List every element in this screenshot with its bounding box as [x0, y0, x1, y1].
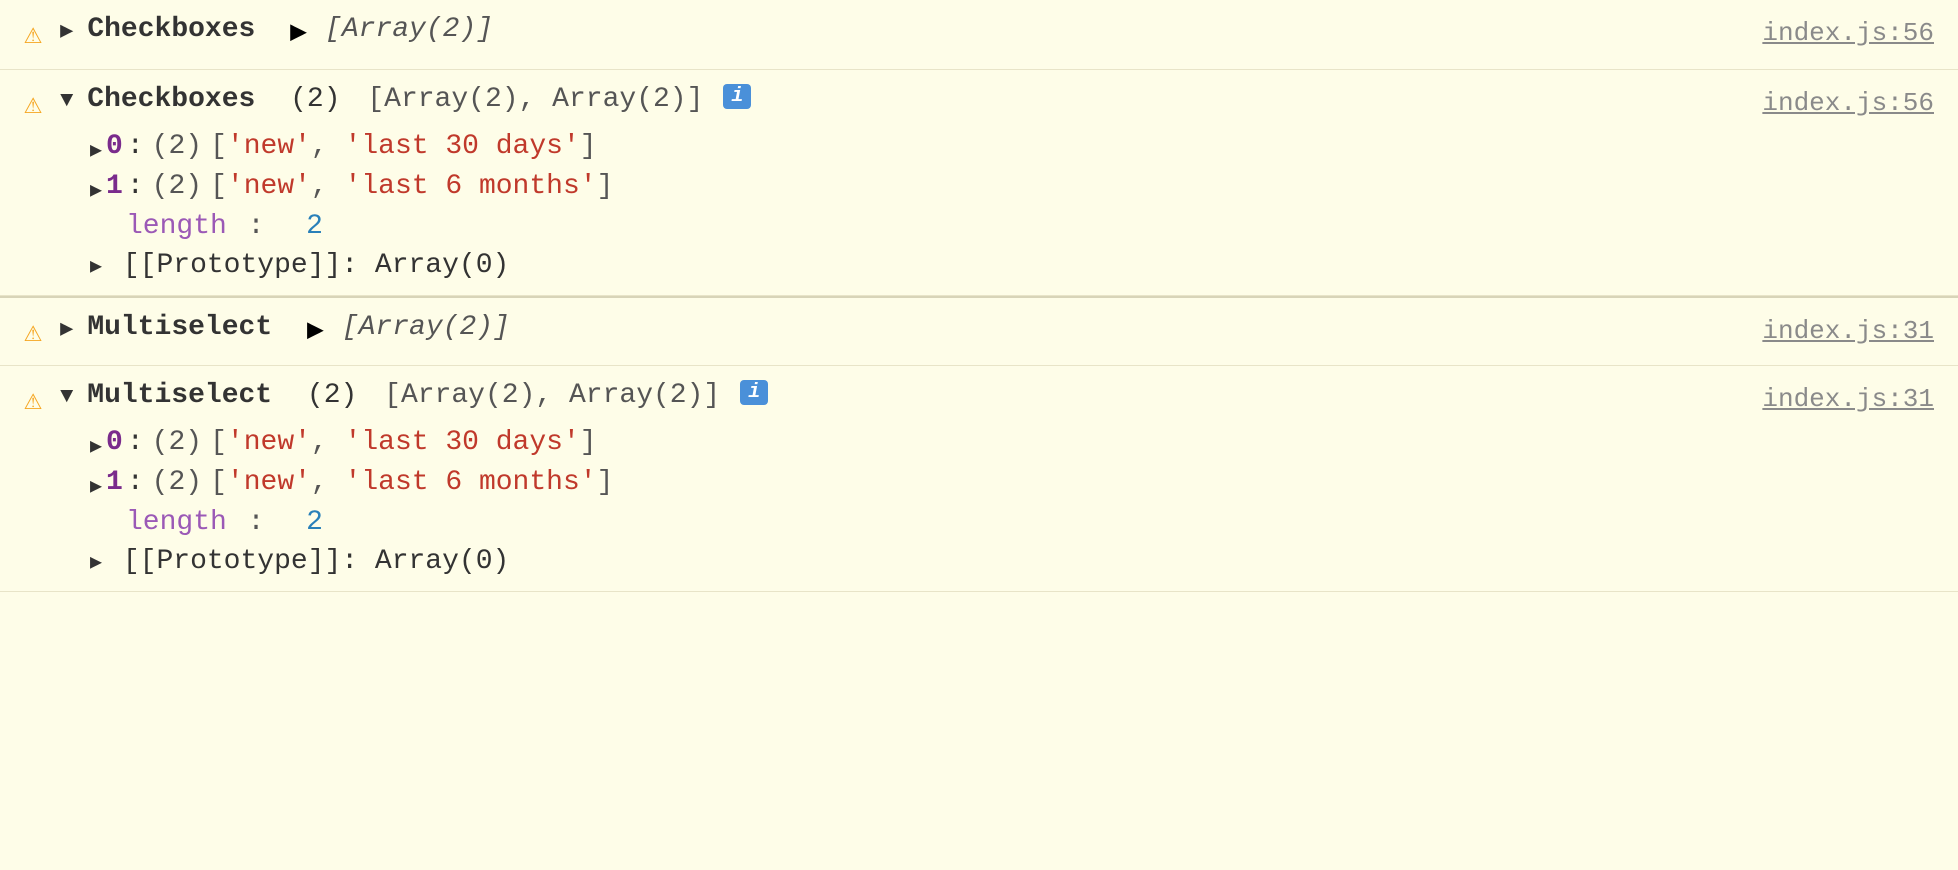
array-count-2: (2) [273, 84, 340, 115]
close-bracket-4-1: ] [597, 467, 614, 498]
prototype-row-4: ▶ [[Prototype]]: Array(0) [90, 542, 1958, 591]
comma-2-0: , [311, 131, 345, 162]
index-colon-2-0: : [127, 131, 144, 162]
array-bracket-2: [Array(2), Array(2)] [351, 84, 704, 115]
array-item-2-1: ▶ 1 : (2) [ 'new' , 'last 6 months' ] [90, 167, 1958, 207]
console-row-4: ⚠ ▼ Multiselect (2) [Array(2), Array(2)]… [0, 366, 1958, 592]
expand-arrow-4[interactable]: ▼ [60, 384, 73, 409]
label-multiselect-3: Multiselect [87, 312, 272, 343]
console-row-3: ⚠ ▶ Multiselect ▶ [Array(2)] index.js:31 [0, 296, 1958, 366]
expanded-content-2: ▶ 0 : (2) [ 'new' , 'last 30 days' ] ▶ 1… [0, 127, 1958, 295]
index-key-2-0: 0 [106, 131, 123, 162]
comma-2-1: , [311, 171, 345, 202]
array-summary-1: [Array(2)] [325, 14, 493, 45]
array-item-4-1: ▶ 1 : (2) [ 'new' , 'last 6 months' ] [90, 463, 1958, 503]
array-inner-2-1: [ [210, 171, 227, 202]
console-row-2: ⚠ ▼ Checkboxes (2) [Array(2), Array(2)] … [0, 70, 1958, 296]
arrow-separator-1: ▶ [273, 14, 307, 49]
length-value-4: 2 [306, 507, 323, 538]
item-arrow-2-0[interactable]: ▶ [90, 137, 102, 163]
length-value-2: 2 [306, 211, 323, 242]
array-inner-4-0: [ [210, 427, 227, 458]
array-item-2-0: ▶ 0 : (2) [ 'new' , 'last 30 days' ] [90, 127, 1958, 167]
length-key-4: length [126, 507, 227, 538]
index-count-4-0: (2) [152, 427, 202, 458]
length-row-4: length : 2 [90, 503, 1958, 542]
array-count-4: (2) [290, 380, 357, 411]
row-left-3: ⚠ ▶ Multiselect ▶ [Array(2)] [24, 312, 1742, 351]
label-multiselect-4: Multiselect [87, 380, 272, 411]
row-header-4: ⚠ ▼ Multiselect (2) [Array(2), Array(2)]… [0, 366, 1958, 423]
array-item-4-0: ▶ 0 : (2) [ 'new' , 'last 30 days' ] [90, 423, 1958, 463]
row-left-1: ⚠ ▶ Checkboxes ▶ [Array(2)] [24, 14, 1742, 53]
string-val-2-0-0: 'new' [227, 131, 311, 162]
index-colon-4-0: : [127, 427, 144, 458]
length-key-2: length [126, 211, 227, 242]
file-ref-4[interactable]: index.js:31 [1742, 380, 1934, 414]
item-arrow-4-0[interactable]: ▶ [90, 433, 102, 459]
index-colon-4-1: : [127, 467, 144, 498]
index-key-2-1: 1 [106, 171, 123, 202]
index-count-4-1: (2) [152, 467, 202, 498]
console-panel: ⚠ ▶ Checkboxes ▶ [Array(2)] index.js:56 … [0, 0, 1958, 592]
array-bracket-4: [Array(2), Array(2)] [367, 380, 720, 411]
expand-arrow-1[interactable]: ▶ [60, 18, 73, 44]
console-row-1: ⚠ ▶ Checkboxes ▶ [Array(2)] index.js:56 [0, 0, 1958, 70]
prototype-text-4: [[Prototype]]: Array(0) [123, 546, 509, 577]
close-bracket-2-1: ] [597, 171, 614, 202]
row-left-2: ⚠ ▼ Checkboxes (2) [Array(2), Array(2)] … [24, 84, 1742, 123]
string-val-4-0-1: 'last 30 days' [345, 427, 580, 458]
index-count-2-0: (2) [152, 131, 202, 162]
comma-4-1: , [311, 467, 345, 498]
close-bracket-2-0: ] [580, 131, 597, 162]
array-inner-4-1: [ [210, 467, 227, 498]
warning-icon-2: ⚠ [24, 86, 42, 123]
warning-icon-3: ⚠ [24, 314, 42, 351]
prototype-text-2: [[Prototype]]: Array(0) [123, 250, 509, 281]
index-count-2-1: (2) [152, 171, 202, 202]
file-ref-1[interactable]: index.js:56 [1742, 14, 1934, 48]
string-val-4-0-0: 'new' [227, 427, 311, 458]
index-key-4-0: 0 [106, 427, 123, 458]
length-colon-2: : [248, 211, 282, 242]
item-arrow-2-1[interactable]: ▶ [90, 177, 102, 203]
index-key-4-1: 1 [106, 467, 123, 498]
expand-arrow-2[interactable]: ▼ [60, 88, 73, 113]
expanded-content-4: ▶ 0 : (2) [ 'new' , 'last 30 days' ] ▶ 1… [0, 423, 1958, 591]
arrow-separator-3: ▶ [290, 312, 324, 347]
array-inner-2-0: [ [210, 131, 227, 162]
warning-icon-4: ⚠ [24, 382, 42, 419]
file-ref-2[interactable]: index.js:56 [1742, 84, 1934, 118]
string-val-4-1-1: 'last 6 months' [345, 467, 597, 498]
row-left-4: ⚠ ▼ Multiselect (2) [Array(2), Array(2)]… [24, 380, 1742, 419]
file-ref-3[interactable]: index.js:31 [1742, 312, 1934, 346]
expand-arrow-3[interactable]: ▶ [60, 316, 73, 342]
string-val-2-1-0: 'new' [227, 171, 311, 202]
label-checkboxes-1: Checkboxes [87, 14, 255, 45]
string-val-4-1-0: 'new' [227, 467, 311, 498]
array-summary-3: [Array(2)] [342, 312, 510, 343]
info-badge-2[interactable]: i [723, 84, 751, 109]
string-val-2-0-1: 'last 30 days' [345, 131, 580, 162]
comma-4-0: , [311, 427, 345, 458]
close-bracket-4-0: ] [580, 427, 597, 458]
proto-arrow-2[interactable]: ▶ [90, 256, 102, 279]
index-colon-2-1: : [127, 171, 144, 202]
length-colon-4: : [248, 507, 282, 538]
prototype-row-2: ▶ [[Prototype]]: Array(0) [90, 246, 1958, 295]
length-row-2: length : 2 [90, 207, 1958, 246]
info-badge-4[interactable]: i [740, 380, 768, 405]
row-header-2: ⚠ ▼ Checkboxes (2) [Array(2), Array(2)] … [0, 70, 1958, 127]
item-arrow-4-1[interactable]: ▶ [90, 473, 102, 499]
string-val-2-1-1: 'last 6 months' [345, 171, 597, 202]
warning-icon-1: ⚠ [24, 16, 42, 53]
label-checkboxes-2: Checkboxes [87, 84, 255, 115]
proto-arrow-4[interactable]: ▶ [90, 552, 102, 575]
